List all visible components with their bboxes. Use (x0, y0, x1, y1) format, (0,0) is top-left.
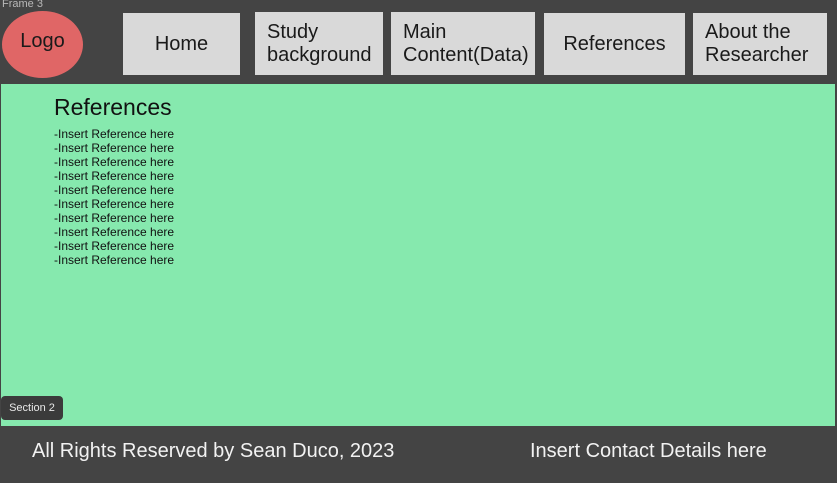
section-title: References (54, 94, 172, 120)
nav-study-background-label: Study background (267, 20, 372, 66)
reference-item: -Insert Reference here (54, 239, 175, 253)
nav-home-label: Home (154, 32, 209, 55)
nav-main-content-label: Main Content(Data) (403, 20, 529, 66)
footer-rights-text: All Rights Reserved by Sean Duco, 2023 (32, 440, 395, 462)
frame-label: Frame 3 (2, 0, 43, 10)
logo[interactable]: Logo (2, 11, 83, 78)
references-section: References -Insert Reference here -Inser… (1, 84, 835, 426)
reference-item: -Insert Reference here (54, 127, 175, 141)
nav-about-researcher-label: About the Researcher (705, 21, 809, 66)
nav-home-button[interactable]: Home (123, 13, 240, 75)
nav-references-button[interactable]: References (544, 13, 685, 75)
nav-main-content-button[interactable]: Main Content(Data) (391, 12, 535, 75)
nav-references-label: References (563, 32, 666, 55)
reference-item: -Insert Reference here (54, 225, 175, 239)
reference-item: -Insert Reference here (54, 155, 175, 169)
section-badge[interactable]: Section 2 (1, 396, 63, 420)
reference-item: -Insert Reference here (54, 211, 175, 225)
reference-item: -Insert Reference here (54, 253, 175, 267)
reference-item: -Insert Reference here (54, 197, 175, 211)
reference-item: -Insert Reference here (54, 183, 175, 197)
reference-item: -Insert Reference here (54, 141, 175, 155)
nav-about-researcher-button[interactable]: About the Researcher (693, 13, 827, 75)
reference-list: -Insert Reference here -Insert Reference… (54, 127, 174, 267)
reference-item: -Insert Reference here (54, 169, 175, 183)
footer-contact-text: Insert Contact Details here (530, 440, 767, 462)
nav-study-background-button[interactable]: Study background (255, 12, 383, 75)
frame-3: Frame 3 Logo Home Study background Main … (0, 0, 837, 483)
